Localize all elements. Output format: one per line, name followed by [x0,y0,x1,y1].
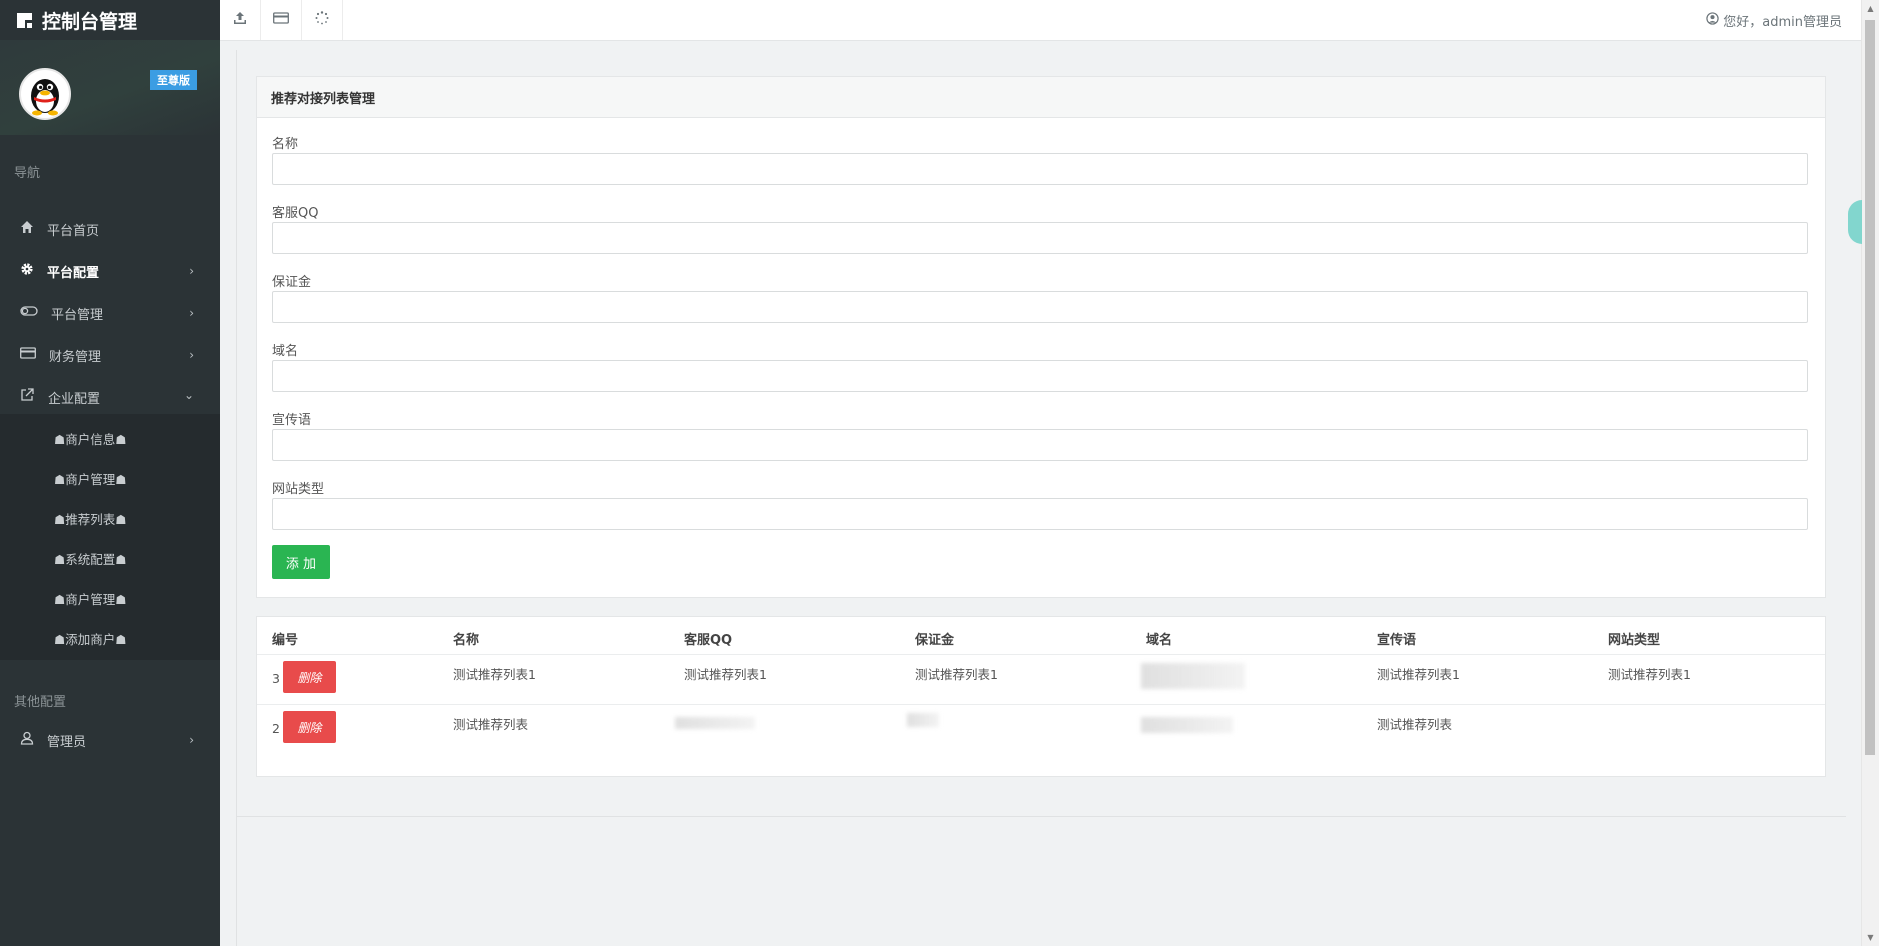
chevron-right-icon: › [189,733,194,747]
sub-item-add-merchant[interactable]: ☗添加商户☗ [54,629,126,648]
footer-divider [236,816,1846,817]
deposit-input[interactable] [272,291,1808,323]
card-button[interactable] [261,0,302,40]
nav-item-platform-manage[interactable]: 平台管理 › [0,294,220,330]
cell-slogan: 测试推荐列表 [1377,717,1453,732]
slogan-input[interactable] [272,429,1808,461]
vertical-scrollbar[interactable]: ▲ ▼ [1861,0,1879,946]
home-icon [20,220,36,236]
scroll-down-icon[interactable]: ▼ [1862,929,1879,946]
nav-item-finance[interactable]: 财务管理 › [0,336,220,372]
row-divider [257,654,1825,655]
scrollbar-thumb[interactable] [1865,20,1875,755]
topbar: 您好，admin管理员 [220,0,1862,41]
nav-item-admin[interactable]: 管理员 › [0,721,220,757]
nav-item-home[interactable]: 平台首页 [0,210,220,246]
cell-id: 2 [272,721,280,736]
add-button[interactable]: 添 加 [272,545,330,579]
redacted-blur [1141,717,1233,733]
field-label-slogan: 宣传语 [272,413,312,428]
external-link-icon [20,388,36,404]
nav-item-platform-config[interactable]: 平台配置 › [0,252,220,288]
brand[interactable]: 控制台管理 [17,8,138,33]
column-header-deposit: 保证金 [915,633,955,648]
nav-item-label: 财务管理 [49,350,102,365]
scroll-up-icon[interactable]: ▲ [1862,0,1879,17]
data-table: 编号 名称 客服QQ 保证金 域名 宣传语 网站类型 3 删除 测试推荐列表1 … [256,616,1826,777]
avatar[interactable] [19,68,71,120]
chevron-right-icon: › [189,306,194,320]
cell-id: 3 [272,671,280,686]
floating-widget[interactable] [1848,200,1862,244]
site-type-input[interactable] [272,498,1808,530]
redacted-blur [1141,663,1245,689]
redacted-blur [675,717,755,729]
cell-name: 测试推荐列表1 [453,667,536,682]
edition-badge: 至尊版 [150,70,197,90]
form-panel: 推荐对接列表管理 名称 客服QQ 保证金 域名 宣传语 网站类型 添 加 [256,76,1826,598]
upload-button[interactable] [220,0,261,40]
column-header-site-type: 网站类型 [1608,633,1661,648]
greeting-text: 您好，admin管理员 [1723,15,1842,30]
delete-button[interactable]: 删除 [283,661,336,693]
spinner-icon [315,11,329,29]
submenu [0,414,220,660]
redacted-blur [907,713,939,727]
credit-card-icon [20,346,36,362]
gear-icon [20,262,36,278]
cell-site-type: 测试推荐列表1 [1608,667,1691,682]
sub-item-merchant-manage[interactable]: ☗商户管理☗ [54,469,126,488]
sub-item-system-config[interactable]: ☗系统配置☗ [54,549,126,568]
field-label-name: 名称 [272,137,299,152]
sub-item-merchant-info[interactable]: ☗商户信息☗ [54,429,126,448]
cell-deposit: 测试推荐列表1 [915,667,998,682]
name-input[interactable] [272,153,1808,185]
main-content: 推荐对接列表管理 名称 客服QQ 保证金 域名 宣传语 网站类型 添 加 编号 … [236,40,1847,946]
nav-item-label: 平台首页 [47,224,100,239]
field-label-deposit: 保证金 [272,275,312,290]
column-header-domain: 域名 [1146,633,1173,648]
toggle-icon [20,304,38,320]
other-config-header: 其他配置 [14,695,67,710]
qq-input[interactable] [272,222,1808,254]
upload-icon [233,11,247,29]
user-icon [20,731,36,747]
brand-logo-icon [17,12,32,28]
column-header-slogan: 宣传语 [1377,633,1417,648]
nav-item-label: 企业配置 [48,392,101,407]
nav-item-label: 平台配置 [47,266,100,281]
sidebar: 控制台管理 至尊版 导航 平台首页 平台配置 › 平台管理 › 财务管理 › 企… [0,0,220,946]
profile-panel: 至尊版 [0,40,220,135]
refresh-button[interactable] [302,0,343,40]
column-header-name: 名称 [453,633,480,648]
cell-qq: 测试推荐列表1 [684,667,767,682]
brand-title: 控制台管理 [42,10,138,33]
field-label-domain: 域名 [272,344,299,359]
delete-button[interactable]: 删除 [283,711,336,743]
panel-title: 推荐对接列表管理 [257,77,1825,118]
nav-header: 导航 [14,166,41,181]
cell-slogan: 测试推荐列表1 [1377,667,1460,682]
column-header-id: 编号 [272,633,299,648]
column-header-qq: 客服QQ [684,633,733,648]
field-label-site-type: 网站类型 [272,482,325,497]
nav-item-label: 平台管理 [51,308,104,323]
row-divider [257,704,1825,705]
domain-input[interactable] [272,360,1808,392]
credit-card-icon [273,11,289,29]
user-greeting[interactable]: 您好，admin管理员 [1706,11,1842,30]
chevron-right-icon: › [189,348,194,362]
sub-item-recommend-list[interactable]: ☗推荐列表☗ [54,509,126,528]
chevron-right-icon: › [189,264,194,278]
nav-item-label: 管理员 [47,735,87,750]
cell-name: 测试推荐列表 [453,717,529,732]
chevron-down-icon: ⌄ [183,388,194,402]
sub-item-merchant-manage-2[interactable]: ☗商户管理☗ [54,589,126,608]
nav-item-enterprise[interactable]: 企业配置 ⌄ [0,378,220,414]
user-circle-icon [1706,12,1719,29]
field-label-qq: 客服QQ [272,206,319,221]
